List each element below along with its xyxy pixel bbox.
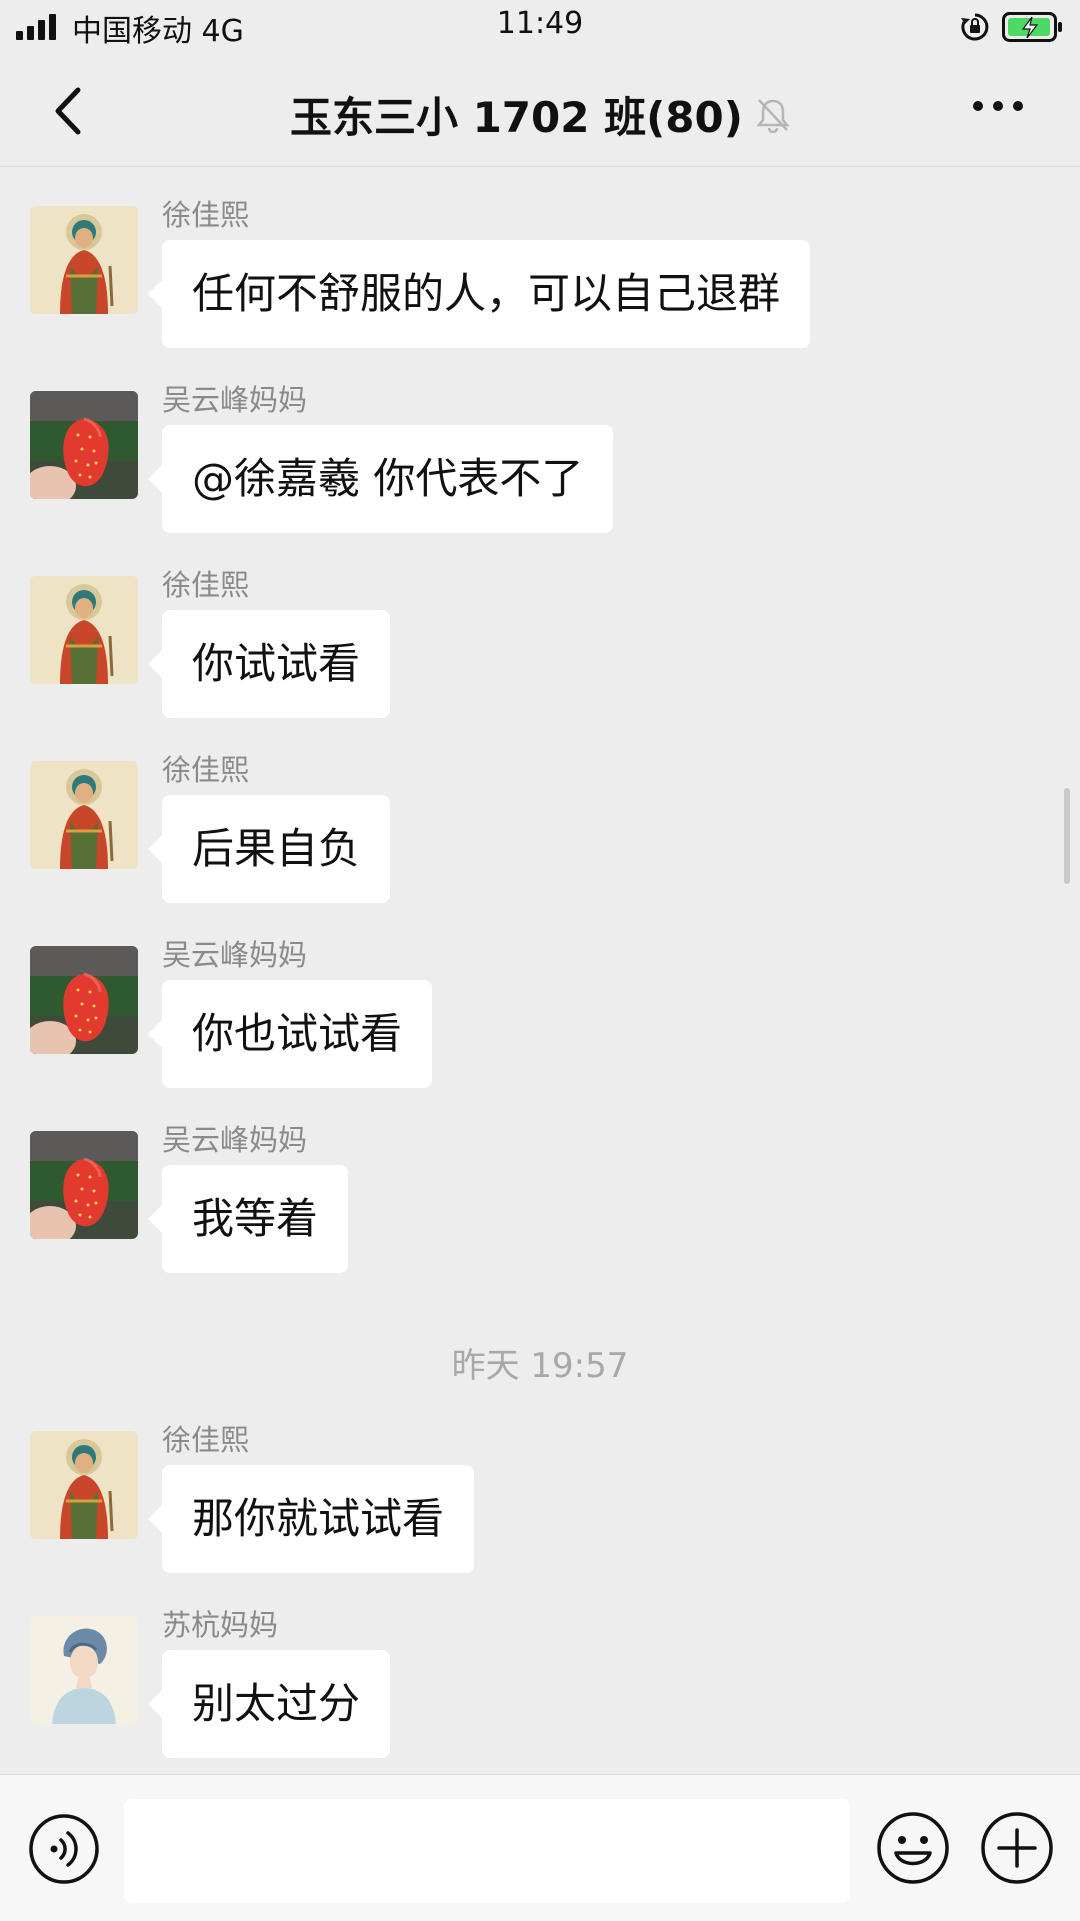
sender-name: 徐佳熙 [162,753,250,787]
more-options-icon[interactable] [970,98,1026,114]
message-list[interactable]: 徐佳熙 任何不舒服的人，可以自己退群 吴云峰妈妈 @徐嘉羲 你代表不了 徐佳熙 … [0,168,1080,1774]
sender-name: 徐佳熙 [162,568,250,602]
sender-name: 徐佳熙 [162,1423,250,1457]
scrollbar-thumb[interactable] [1064,788,1070,884]
message-bubble[interactable]: 后果自负 [147,795,391,903]
input-bar [0,1774,1080,1921]
message-bubble[interactable]: 任何不舒服的人，可以自己退群 [147,240,811,348]
avatar-strawberry[interactable] [30,391,138,499]
status-bar: 中国移动 4G 11:49 [0,0,1080,54]
time-divider: 昨天 19:57 [451,1346,629,1386]
mute-notifications-icon [756,98,790,133]
message-bubble[interactable]: 你也试试看 [147,980,433,1088]
avatar-lady-portrait[interactable] [30,1616,138,1724]
chat-title: 玉东三小 1702 班(80) [289,93,743,142]
message-bubble[interactable]: 那你就试试看 [147,1465,475,1573]
avatar-strawberry[interactable] [30,1131,138,1239]
avatar-buddha-portrait[interactable] [30,576,138,684]
avatar-buddha-portrait[interactable] [30,761,138,869]
battery-icon [1002,12,1062,42]
message-bubble[interactable]: 你试试看 [147,610,391,718]
status-time: 11:49 [496,6,584,41]
sender-name: 吴云峰妈妈 [162,383,308,417]
avatar-buddha-portrait[interactable] [30,206,138,314]
chat-title-wrap: 玉东三小 1702 班(80) [0,84,1080,145]
avatar-buddha-portrait[interactable] [30,1431,138,1539]
sender-name: 苏杭妈妈 [162,1608,279,1642]
plus-icon[interactable] [980,1811,1054,1885]
emoji-icon[interactable] [876,1811,950,1885]
message-bubble[interactable]: 别太过分 [147,1650,391,1758]
sender-name: 吴云峰妈妈 [162,1123,308,1157]
chat-header: 玉东三小 1702 班(80) [0,54,1080,167]
rotation-lock-icon [961,13,989,41]
avatar-strawberry[interactable] [30,946,138,1054]
message-bubble[interactable]: @徐嘉羲 你代表不了 [147,425,614,533]
voice-icon[interactable] [28,1813,100,1885]
sender-name: 徐佳熙 [162,198,250,232]
message-input[interactable] [124,1799,850,1903]
message-bubble[interactable]: 我等着 [147,1165,349,1273]
sender-name: 吴云峰妈妈 [162,938,308,972]
